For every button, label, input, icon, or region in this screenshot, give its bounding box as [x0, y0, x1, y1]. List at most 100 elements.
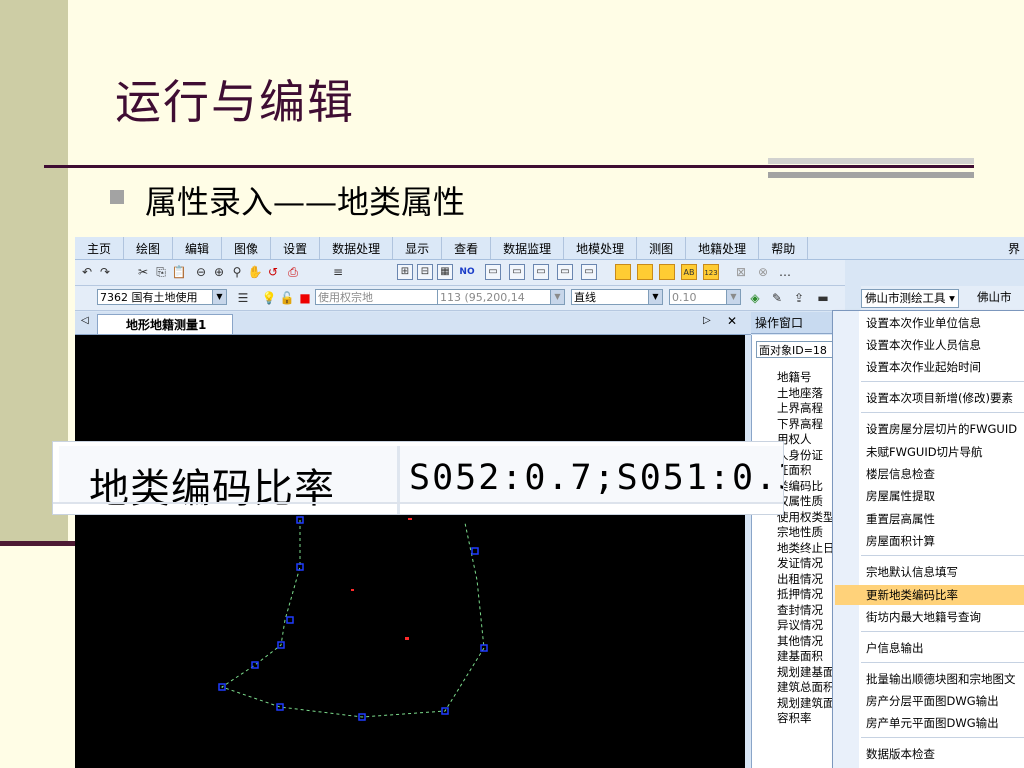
menu-survey[interactable]: 测图 — [637, 237, 687, 259]
menu-item-fwguid-nav[interactable]: 未赋FWGUID切片导航 — [866, 442, 983, 462]
properties-toolbar: 7362 国有土地使用 ▼ ☰ 💡 🔓 ■ 使用权宗地 ▼ 113 (95,20… — [75, 286, 845, 311]
color-combo[interactable]: 113 (95,200,14 ▼ — [437, 289, 565, 305]
layers-icon[interactable]: ☰ — [235, 290, 251, 306]
menu-bar: 主页 绘图 编辑 图像 设置 数据处理 显示 查看 数据监理 地模处理 测图 地… — [75, 237, 1024, 260]
zoom-field-label: 地类编码比率 — [89, 466, 335, 512]
document-tab-bar: ◁ 地形地籍测量1 ▷ ✕ — [75, 312, 751, 335]
undo-icon[interactable]: ↶ — [79, 264, 95, 280]
export-icon[interactable]: ⇪ — [791, 290, 807, 306]
window-icon-2[interactable]: ▭ — [509, 264, 525, 280]
number-icon[interactable]: 123 — [703, 264, 719, 280]
layer-combo[interactable]: 7362 国有土地使用 ▼ — [97, 289, 227, 305]
table-icon[interactable]: ▦ — [437, 264, 453, 280]
layer-manager-icon[interactable]: ≡ — [330, 264, 346, 280]
linetype-combo-value: 直线 — [574, 291, 596, 304]
menu-terrain-processing[interactable]: 地模处理 — [564, 237, 638, 259]
disabled-icon-2[interactable]: ⊗ — [755, 264, 771, 280]
lightbulb-icon[interactable]: 💡 — [261, 290, 277, 306]
menu-item-version-check[interactable]: 数据版本检查 — [866, 744, 935, 764]
tab-terrain-cadastral-survey[interactable]: 地形地籍测量1 — [97, 314, 233, 334]
zoom-callout-row: 地类编码比率 S052:0.7;S051:0.3 — [59, 446, 784, 514]
no-icon[interactable]: NO — [459, 264, 475, 280]
menu-item-work-time[interactable]: 设置本次作业起始时间 — [866, 357, 981, 377]
menu-image[interactable]: 图像 — [222, 237, 272, 259]
zoom-field-value: S052:0.7;S051:0.3 — [409, 458, 784, 498]
menu-item-new-elements[interactable]: 设置本次项目新增(修改)要素 — [866, 388, 1013, 408]
properties-icon[interactable]: ◈ — [747, 290, 763, 306]
window-icon-4[interactable]: ▭ — [557, 264, 573, 280]
menu-item-area-calc[interactable]: 房屋面积计算 — [866, 531, 935, 551]
menu-help[interactable]: 帮助 — [759, 237, 809, 259]
menu-item-house-attr[interactable]: 房屋属性提取 — [866, 486, 935, 506]
title-accent-light — [768, 158, 974, 164]
pan-hand-icon[interactable]: ✋ — [247, 264, 263, 280]
menu-item-reset-height[interactable]: 重置层高属性 — [866, 509, 935, 529]
cut-icon[interactable]: ✂ — [135, 264, 151, 280]
paste-icon[interactable]: 📋 — [171, 264, 187, 280]
disabled-icon-1[interactable]: ⊠ — [733, 264, 749, 280]
menu-home[interactable]: 主页 — [75, 237, 125, 259]
redraw-icon[interactable]: ↺ — [265, 264, 281, 280]
linetype-combo[interactable]: 直线 ▼ — [571, 289, 663, 305]
snap-icon-2[interactable] — [637, 264, 653, 280]
more-icon[interactable]: … — [777, 264, 793, 280]
snap-icon-1[interactable] — [615, 264, 631, 280]
menu-separator — [861, 412, 1024, 413]
menu-settings[interactable]: 设置 — [271, 237, 321, 259]
color-swatch-icon[interactable]: ■ — [297, 290, 313, 306]
menu-item-floor-check[interactable]: 楼层信息检查 — [866, 464, 935, 484]
menu-display[interactable]: 显示 — [393, 237, 443, 259]
bullet-icon — [110, 190, 124, 204]
zoom-window-icon[interactable]: ⚲ — [229, 264, 245, 280]
window-icon-5[interactable]: ▭ — [581, 264, 597, 280]
title-rule — [44, 165, 974, 168]
menu-separator — [861, 555, 1024, 556]
menu-item-household-output[interactable]: 户信息输出 — [866, 638, 924, 658]
menu-item-update-landtype-ratio[interactable]: 更新地类编码比率 — [835, 585, 1024, 605]
menu-edit[interactable]: 编辑 — [173, 237, 223, 259]
menu-draw[interactable]: 绘图 — [124, 237, 174, 259]
split-view-icon[interactable]: ⊟ — [417, 264, 433, 280]
tab-scroll-left-icon[interactable]: ◁ — [81, 315, 89, 326]
menu-right-label[interactable]: 界 — [996, 237, 1024, 259]
snap-icon-3[interactable] — [659, 264, 675, 280]
chevron-down-icon: ▼ — [726, 290, 740, 304]
menu-separator — [861, 381, 1024, 382]
menu-item-parcel-defaults[interactable]: 宗地默认信息填写 — [866, 562, 958, 582]
zoom-in-icon[interactable]: ⊕ — [211, 264, 227, 280]
drawing-canvas[interactable] — [75, 335, 745, 768]
menu-item-work-staff[interactable]: 设置本次作业人员信息 — [866, 335, 981, 355]
zoom-out-icon[interactable]: ⊖ — [193, 264, 209, 280]
zoom-row-separator — [53, 502, 783, 504]
menu-item-max-parcel-query[interactable]: 街坊内最大地籍号查询 — [866, 607, 981, 627]
menu-cadastral-processing[interactable]: 地籍处理 — [686, 237, 760, 259]
rights-combo-value: 使用权宗地 — [318, 291, 373, 304]
menu-view[interactable]: 查看 — [442, 237, 492, 259]
menu-item-unit-plan-dwg[interactable]: 房产单元平面图DWG输出 — [866, 713, 999, 733]
monitor-icon[interactable]: ▬ — [815, 290, 831, 306]
menu-item-work-unit[interactable]: 设置本次作业单位信息 — [866, 313, 981, 333]
lock-icon[interactable]: 🔓 — [279, 290, 295, 306]
tab-scroll-right-icon[interactable]: ▷ — [703, 315, 711, 326]
grid-icon[interactable]: ⊞ — [397, 264, 413, 280]
copy-icon[interactable]: ⎘ — [153, 264, 169, 280]
print-icon[interactable]: ⎙ — [285, 264, 301, 280]
rights-combo[interactable]: 使用权宗地 ▼ — [315, 289, 457, 305]
menu-separator — [861, 662, 1024, 663]
redo-icon[interactable]: ↷ — [97, 264, 113, 280]
menu-separator — [861, 631, 1024, 632]
lineweight-combo[interactable]: 0.10 ▼ — [669, 289, 741, 305]
foshan-menu-button-2[interactable]: 佛山市 — [977, 289, 1012, 306]
menu-item-batch-output[interactable]: 批量输出顺德块图和宗地图文 — [866, 669, 1016, 689]
close-icon[interactable]: ✕ — [727, 314, 737, 328]
color-combo-value: 113 (95,200,14 — [440, 291, 525, 304]
text-ab-icon[interactable]: AB — [681, 264, 697, 280]
edit-doc-icon[interactable]: ✎ — [769, 290, 785, 306]
window-icon-1[interactable]: ▭ — [485, 264, 501, 280]
menu-item-floor-plan-dwg[interactable]: 房产分层平面图DWG输出 — [866, 691, 999, 711]
menu-data-processing[interactable]: 数据处理 — [320, 237, 394, 259]
menu-data-supervision[interactable]: 数据监理 — [491, 237, 565, 259]
foshan-tools-menu-button[interactable]: 佛山市测绘工具 ▾ — [861, 289, 959, 308]
window-icon-3[interactable]: ▭ — [533, 264, 549, 280]
menu-item-fwguid[interactable]: 设置房屋分层切片的FWGUID — [866, 419, 1017, 439]
